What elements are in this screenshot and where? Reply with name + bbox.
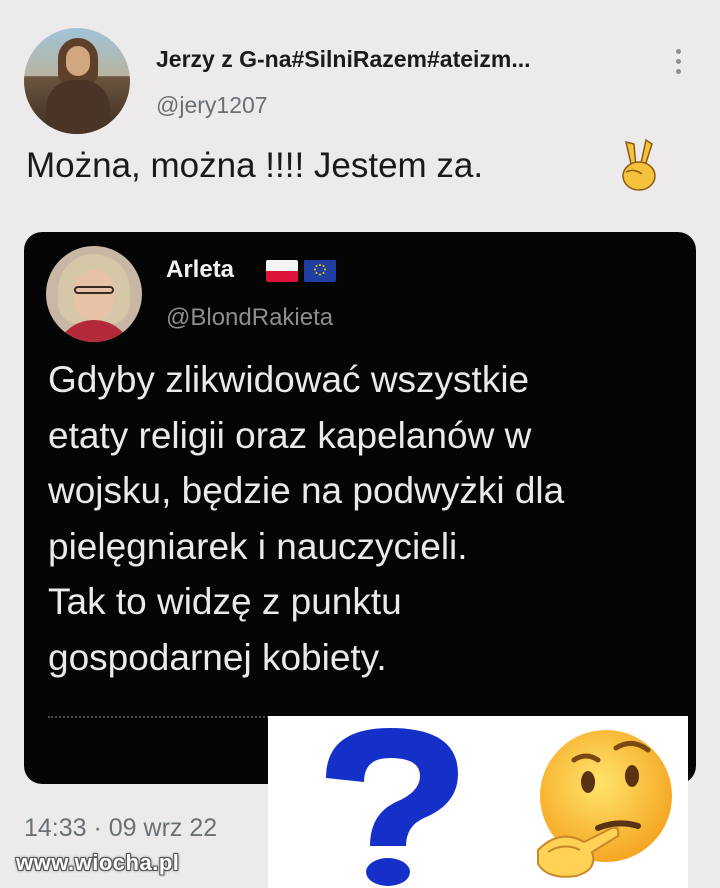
author-avatar[interactable] [24, 28, 130, 134]
quoted-author-avatar[interactable] [46, 246, 142, 342]
watermark: www.wiocha.pl [16, 850, 180, 875]
poland-flag-icon [266, 260, 298, 282]
author-name[interactable]: Jerzy z G-na#SilniRazem#ateizm... [156, 46, 646, 73]
quoted-tweet-card[interactable]: Arleta @BlondRakieta Gdyby zlikwidować w… [24, 232, 696, 784]
tweet-timestamp[interactable]: 14:33 · 09 wrz 22 [24, 814, 217, 843]
question-mark-icon [268, 716, 518, 888]
eu-flag-icon [304, 260, 336, 282]
tweet-text: Można, można !!!! Jestem za. [26, 146, 484, 185]
author-handle[interactable]: @jery1207 [156, 92, 268, 119]
more-options-icon[interactable] [668, 44, 688, 80]
thinking-face-icon [537, 730, 672, 878]
overlay-sticker [268, 716, 688, 888]
quoted-author-handle[interactable]: @BlondRakieta [166, 304, 333, 332]
quoted-tweet-text: Gdyby zlikwidować wszystkie etaty religi… [48, 359, 565, 678]
quoted-author-name[interactable]: Arleta [166, 256, 234, 284]
victory-hand-icon [622, 138, 656, 191]
